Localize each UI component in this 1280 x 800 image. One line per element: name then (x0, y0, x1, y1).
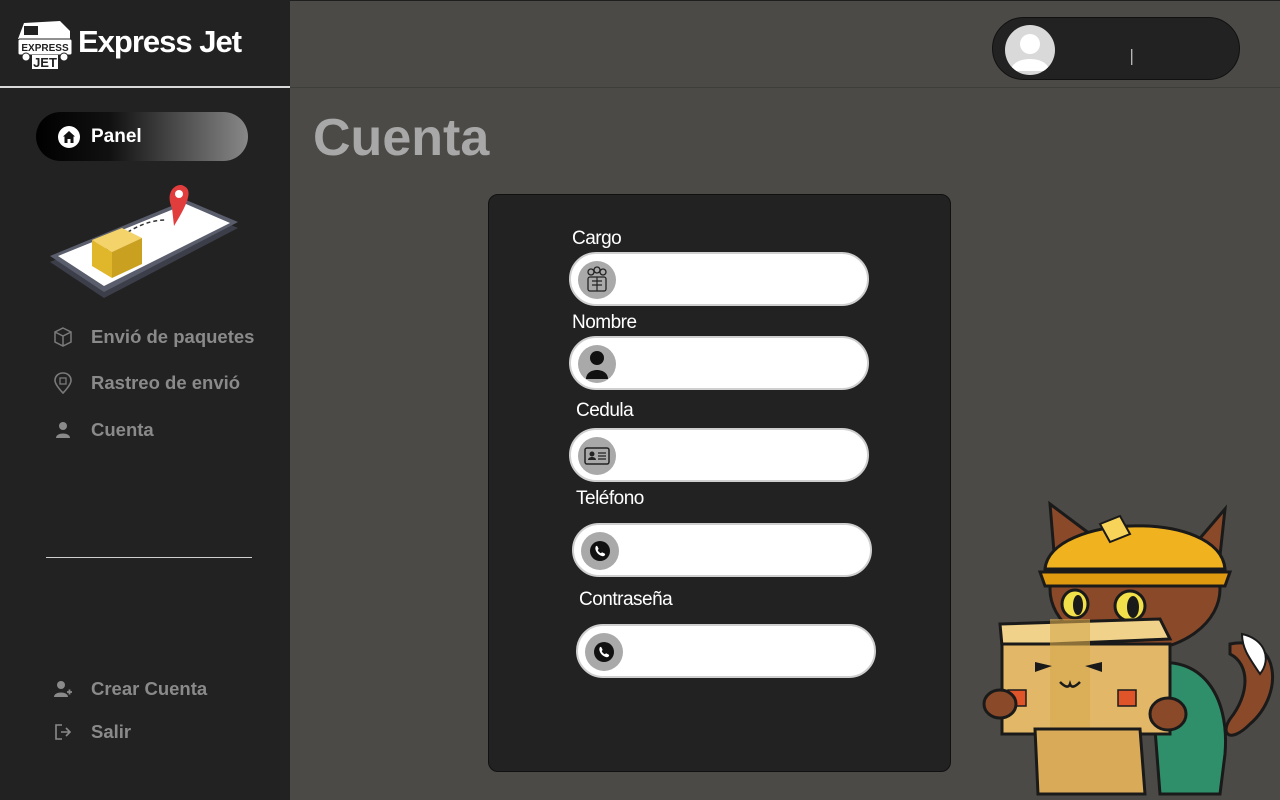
nav-item-envio-paquetes[interactable]: Envió de paquetes (52, 326, 254, 348)
nav-item-crear-cuenta[interactable]: Crear Cuenta (52, 678, 207, 700)
nav-item-label: Cuenta (91, 419, 154, 440)
sidebar-divider (46, 557, 252, 558)
logout-icon (52, 721, 74, 743)
express-jet-logo: EXPRESS JET (17, 21, 73, 70)
nav-item-label: Salir (91, 721, 132, 742)
cat-courier-mascot (982, 500, 1274, 796)
brand-header: EXPRESS JET Express Jet (0, 0, 290, 88)
svg-text:JET: JET (33, 55, 57, 70)
page-title: Cuenta (313, 109, 490, 167)
location-pin-icon (52, 372, 74, 394)
group-icon (578, 261, 616, 299)
svg-text:EXPRESS: EXPRESS (21, 43, 69, 54)
field-label-telefono: Teléfono (576, 488, 644, 509)
contrasena-field[interactable] (576, 624, 876, 678)
user-profile-pill[interactable]: | (992, 17, 1240, 80)
telefono-field[interactable] (572, 523, 872, 577)
id-card-icon (578, 437, 616, 475)
person-icon (578, 345, 616, 383)
nav-item-label: Crear Cuenta (91, 678, 208, 699)
package-icon (52, 326, 74, 348)
telefono-input[interactable] (630, 533, 860, 569)
nav-item-cuenta[interactable]: Cuenta (52, 419, 154, 441)
delivery-phone-illustration (50, 184, 238, 298)
field-label-cedula: Cedula (576, 400, 634, 421)
sidebar: EXPRESS JET Express Jet Panel Envió de p… (0, 0, 290, 800)
contrasena-input[interactable] (634, 634, 864, 670)
add-user-icon (52, 678, 74, 700)
nav-panel-button[interactable]: Panel (36, 112, 248, 161)
nombre-field[interactable] (569, 336, 869, 390)
field-label-cargo: Cargo (572, 228, 622, 249)
avatar (1005, 25, 1055, 75)
phone-icon (581, 532, 619, 570)
cargo-field[interactable] (569, 252, 869, 306)
field-label-nombre: Nombre (572, 312, 637, 333)
cargo-input[interactable] (627, 262, 857, 298)
account-form-card: Cargo Nombre Cedula Teléfono Contraseña (488, 194, 951, 772)
field-label-contrasena: Contraseña (579, 589, 673, 610)
nav-item-salir[interactable]: Salir (52, 721, 131, 743)
brand-name: Express Jet (78, 24, 242, 59)
user-icon (52, 419, 74, 441)
nav-item-label: Rastreo de envió (91, 372, 241, 393)
nav-item-label: Envió de paquetes (91, 326, 255, 347)
nav-item-rastreo-envio[interactable]: Rastreo de envió (52, 372, 240, 394)
nav-panel-label: Panel (91, 125, 142, 147)
cedula-field[interactable] (569, 428, 869, 482)
home-icon (58, 125, 80, 148)
cedula-input[interactable] (627, 438, 857, 474)
user-name: | (1129, 46, 1135, 65)
nombre-input[interactable] (627, 346, 857, 382)
phone-icon (585, 633, 623, 671)
